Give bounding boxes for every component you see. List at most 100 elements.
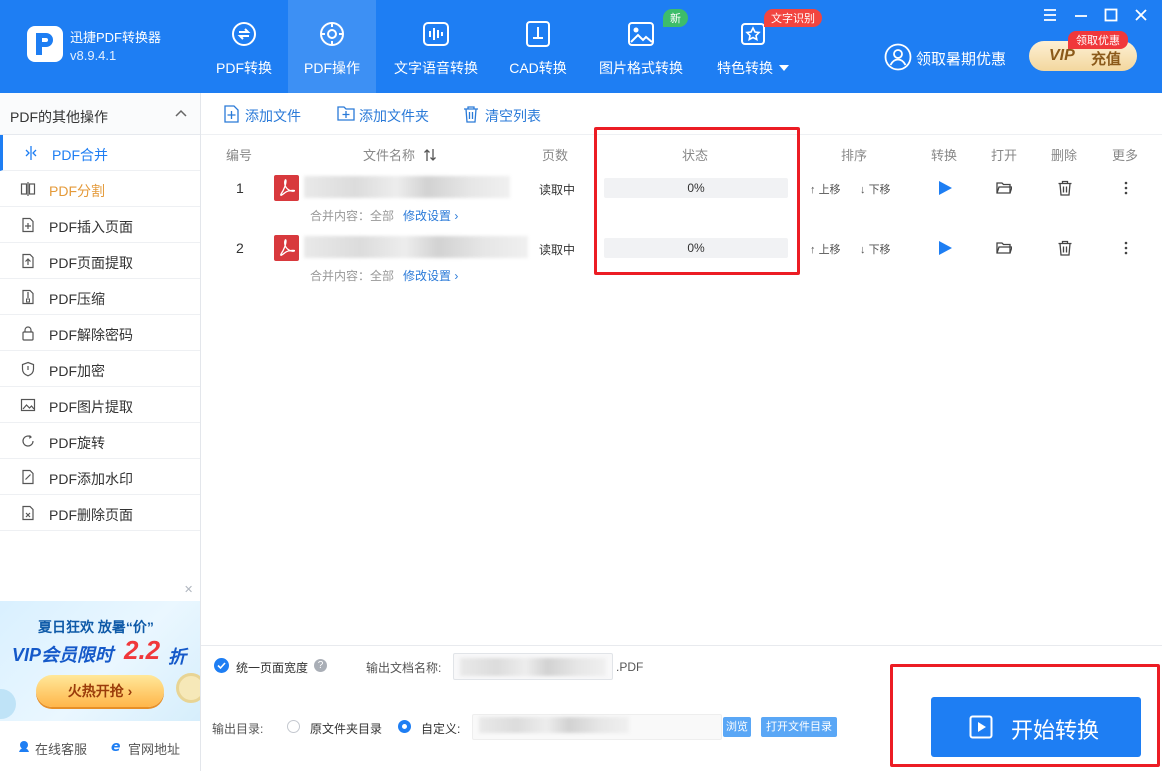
rotate-icon	[22, 435, 34, 447]
app-logo	[27, 26, 63, 62]
col-header-no: 编号	[226, 148, 253, 163]
row-number: 2	[236, 240, 244, 256]
tab-cad[interactable]: CAD转换	[500, 0, 576, 93]
move-down-label: 下移	[868, 244, 891, 256]
pdf-operate-icon	[320, 22, 344, 46]
banner-unit: 折	[168, 647, 186, 667]
split-icon	[20, 182, 36, 196]
trash-icon[interactable]	[1057, 180, 1073, 196]
new-badge: 新	[663, 9, 688, 27]
user-icon	[884, 43, 912, 71]
move-down-button[interactable]: ↓ 下移	[860, 241, 891, 257]
open-dir-button[interactable]: 打开文件目录	[761, 717, 837, 737]
more-vertical-icon[interactable]	[1118, 180, 1134, 196]
help-icon[interactable]: ?	[314, 659, 327, 672]
chevron-up-icon[interactable]	[175, 109, 187, 117]
tab-voice[interactable]: 文字语音转换	[388, 0, 484, 93]
tab-label: 文字语音转换	[394, 60, 478, 76]
close-icon[interactable]	[1133, 7, 1149, 23]
unify-width-label: 统一页面宽度	[236, 661, 309, 675]
sidebar-item-merge[interactable]: PDF合并	[0, 135, 200, 171]
tab-label: PDF操作	[304, 60, 360, 76]
start-highlight-box	[890, 664, 1160, 767]
play-icon[interactable]	[937, 180, 953, 196]
modify-settings-link[interactable]: 修改设置 ›	[403, 207, 458, 224]
clear-list-button[interactable]: 清空列表	[464, 106, 541, 126]
custom-dir-label: 自定义:	[421, 722, 461, 736]
col-header-name[interactable]: 文件名称	[363, 145, 437, 164]
sidebar-item-encrypt[interactable]: PDF加密	[0, 351, 200, 387]
vip-discount-tag: 领取优惠	[1068, 31, 1128, 49]
move-down-button[interactable]: ↓ 下移	[860, 181, 891, 197]
chevron-down-icon[interactable]	[779, 65, 789, 71]
original-dir-label: 原文件夹目录	[310, 722, 383, 736]
col-header-order: 排序	[841, 148, 868, 163]
trash-icon	[464, 106, 478, 123]
add-folder-label: 添加文件夹	[359, 108, 429, 124]
modify-settings-link[interactable]: 修改设置 ›	[403, 267, 458, 284]
minimize-icon[interactable]	[1073, 7, 1089, 23]
sidebar-item-image-extract[interactable]: PDF图片提取	[0, 387, 200, 423]
file-name-blurred	[304, 176, 510, 198]
custom-dir-blurred	[479, 717, 629, 733]
sidebar-item-insert-page[interactable]: PDF插入页面	[0, 207, 200, 243]
folder-open-icon[interactable]	[996, 180, 1012, 196]
online-service-label: 在线客服	[35, 742, 88, 757]
move-up-label: 上移	[818, 184, 841, 196]
sidebar-item-rotate[interactable]: PDF旋转	[0, 423, 200, 459]
sidebar-item-watermark[interactable]: PDF添加水印	[0, 459, 200, 495]
col-header-open: 打开	[991, 148, 1018, 163]
more-vertical-icon[interactable]	[1118, 240, 1134, 256]
sidebar-item-label: PDF加密	[49, 363, 105, 379]
pdf-file-icon	[274, 175, 299, 201]
browse-button[interactable]: 浏览	[723, 717, 751, 737]
online-service-link[interactable]: 在线客服	[19, 739, 88, 758]
ie-icon: e	[111, 739, 121, 753]
clear-list-label: 清空列表	[485, 108, 541, 124]
add-file-button[interactable]: 添加文件	[224, 105, 301, 126]
official-site-link[interactable]: e 官网地址	[111, 739, 181, 758]
app-version: v8.9.4.1	[70, 48, 117, 63]
sidebar-item-delete-page[interactable]: PDF删除页面	[0, 495, 200, 531]
original-dir-radio[interactable]	[287, 720, 300, 733]
custom-dir-radio[interactable]	[398, 720, 411, 733]
promo-banner[interactable]: 夏日狂欢 放暑“价” VIP会员限时 2.2 折 火热开抢 ›	[0, 601, 200, 721]
sidebar-header[interactable]: PDF的其他操作	[0, 93, 200, 135]
custom-dir-input[interactable]	[472, 714, 722, 740]
tab-pdf-convert[interactable]: PDF转换	[203, 0, 285, 93]
cad-icon	[526, 21, 550, 47]
sidebar-item-unlock[interactable]: PDF解除密码	[0, 315, 200, 351]
top-bar: 迅捷PDF转换器 v8.9.4.1 PDF转换 PDF操作 文字语音转换 CAD…	[0, 0, 1162, 93]
decor-circle	[0, 689, 16, 719]
sidebar-item-split[interactable]: PDF分割	[0, 171, 200, 207]
sidebar-item-extract-page[interactable]: PDF页面提取	[0, 243, 200, 279]
sort-icon[interactable]	[423, 148, 437, 162]
move-up-button[interactable]: ↑ 上移	[810, 181, 841, 197]
sidebar-item-compress[interactable]: PDF压缩	[0, 279, 200, 315]
add-folder-button[interactable]: 添加文件夹	[337, 106, 429, 126]
output-ext: .PDF	[616, 660, 644, 674]
output-name-label: 输出文档名称:	[366, 661, 442, 675]
promo-label: 领取暑期优惠	[916, 51, 1007, 68]
svg-text:e: e	[111, 739, 121, 753]
move-up-button[interactable]: ↑ 上移	[810, 241, 841, 257]
trash-icon[interactable]	[1057, 240, 1073, 256]
play-icon[interactable]	[937, 240, 953, 256]
sidebar-item-label: PDF旋转	[49, 435, 105, 451]
official-site-label: 官网地址	[128, 742, 181, 757]
sidebar-item-label: PDF解除密码	[49, 327, 133, 343]
tab-label: 图片格式转换	[599, 60, 683, 76]
unify-width-checkbox[interactable]	[214, 658, 229, 673]
col-header-convert: 转换	[931, 148, 958, 163]
coin-icon	[176, 673, 200, 703]
banner-price: 2.2	[124, 635, 161, 665]
col-header-pages: 页数	[542, 148, 569, 163]
maximize-icon[interactable]	[1103, 7, 1119, 23]
tab-pdf-operate[interactable]: PDF操作	[288, 0, 376, 93]
folder-open-icon[interactable]	[996, 240, 1012, 256]
banner-close-icon[interactable]: ✕	[184, 583, 193, 596]
app-name: 迅捷PDF转换器	[70, 30, 162, 45]
menu-icon[interactable]	[1042, 7, 1058, 23]
output-name-input[interactable]	[453, 653, 613, 680]
banner-grab-button[interactable]: 火热开抢 ›	[36, 675, 164, 707]
